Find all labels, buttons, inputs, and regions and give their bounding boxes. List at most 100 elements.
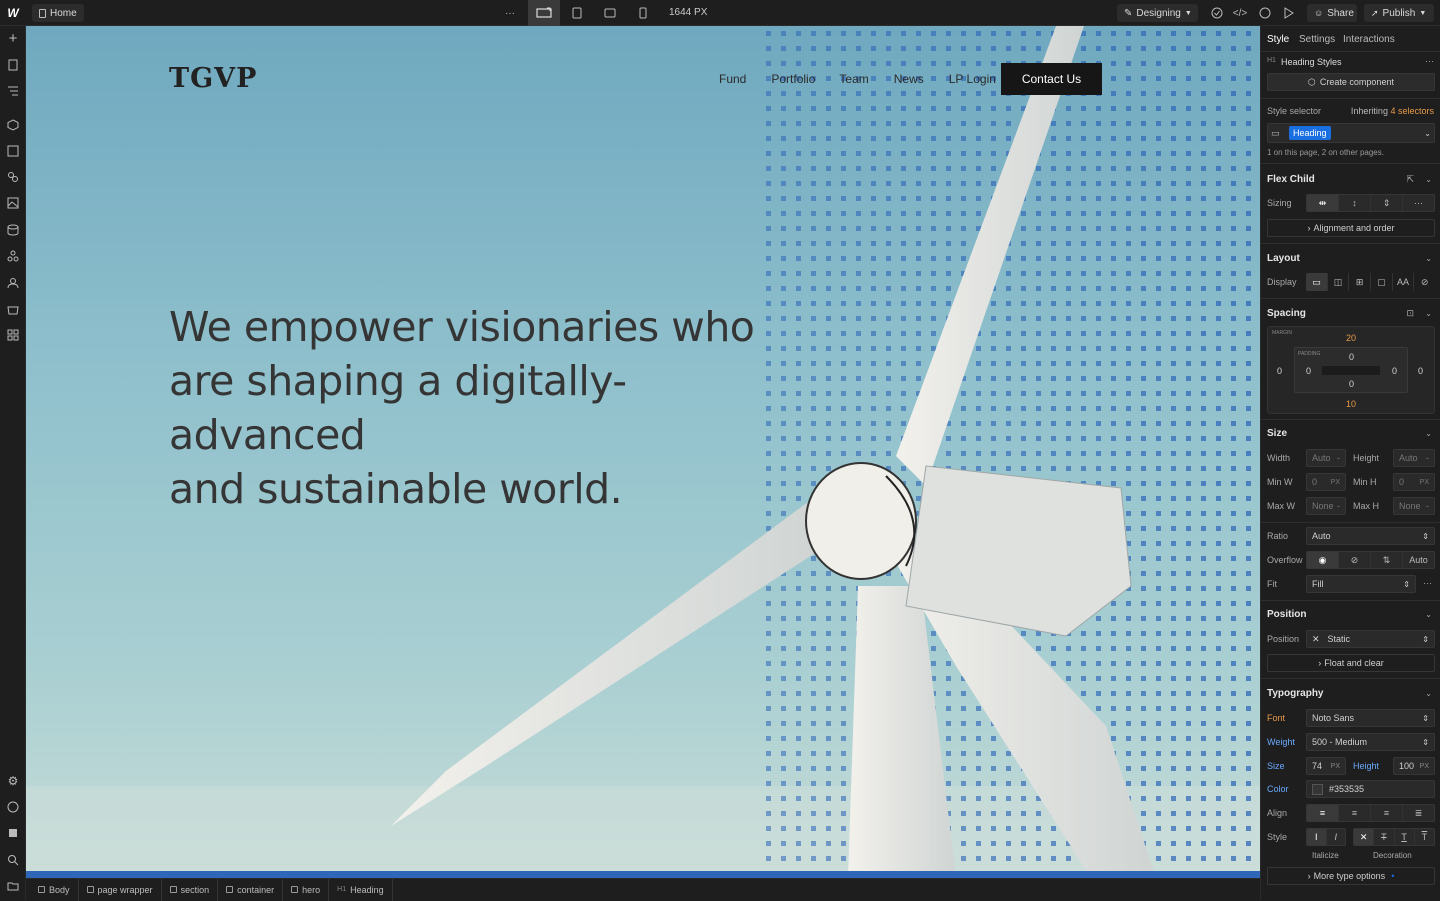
none-icon[interactable]: ⇕ xyxy=(1371,195,1403,211)
nav-link-team[interactable]: Team xyxy=(839,72,868,86)
decoration-none-icon[interactable]: ✕ xyxy=(1354,829,1375,845)
position-title[interactable]: Position xyxy=(1267,609,1306,620)
line-height-input[interactable]: 100 PX xyxy=(1393,757,1435,775)
italic-style-icon[interactable]: I xyxy=(1327,829,1346,845)
element-more-icon[interactable]: ··· xyxy=(1425,56,1434,66)
weight-select[interactable]: 500 - Medium ⇕ xyxy=(1306,733,1435,751)
nav-link-lp-login[interactable]: LP Login xyxy=(949,72,996,86)
sizing-control[interactable]: ⇹ ↕ ⇕ ··· xyxy=(1306,194,1435,212)
hero-heading[interactable]: We empower visionaries who are shaping a… xyxy=(169,300,809,516)
selector-field[interactable]: ▭ Heading ⌄ xyxy=(1267,123,1435,143)
padding-left-value[interactable]: 0 xyxy=(1306,366,1311,376)
float-clear-button[interactable]: › Float and clear xyxy=(1267,654,1435,672)
height-input[interactable]: Auto - xyxy=(1393,449,1435,467)
tablet-breakpoint-icon[interactable] xyxy=(568,5,586,21)
flex-child-title[interactable]: Flex Child xyxy=(1267,174,1315,185)
breadcrumb-item-body[interactable]: Body xyxy=(30,878,79,901)
grow-icon[interactable]: ↕ xyxy=(1339,195,1371,211)
display-grid-icon[interactable]: ⊞ xyxy=(1349,273,1372,291)
breadcrumb-item-heading[interactable]: H1 Heading xyxy=(329,878,393,901)
code-icon[interactable]: </> xyxy=(1232,5,1248,21)
size-title[interactable]: Size xyxy=(1267,428,1287,439)
min-width-input[interactable]: 0 PX xyxy=(1306,473,1346,491)
chevron-down-icon[interactable]: ⌄ xyxy=(1425,175,1432,184)
align-left-icon[interactable]: ≡ xyxy=(1307,805,1339,821)
style-selectors-icon[interactable] xyxy=(5,169,21,185)
fit-more-icon[interactable]: ··· xyxy=(1423,578,1432,588)
margin-right-value[interactable]: 0 xyxy=(1418,366,1423,376)
site-logo[interactable]: TGVP xyxy=(169,63,257,94)
underline-icon[interactable]: T xyxy=(1395,829,1415,845)
spacing-preset-icon[interactable]: ⊡ xyxy=(1406,308,1414,319)
margin-bottom-value[interactable]: 10 xyxy=(1346,399,1356,409)
max-height-input[interactable]: None - xyxy=(1393,497,1435,515)
overflow-auto-option[interactable]: Auto xyxy=(1403,552,1434,568)
users-icon[interactable] xyxy=(5,275,21,291)
chevron-down-icon[interactable]: ⌄ xyxy=(1425,689,1432,698)
align-right-icon[interactable]: ≡ xyxy=(1371,805,1403,821)
breadcrumb-item-hero[interactable]: hero xyxy=(283,878,330,901)
fit-select[interactable]: Fill ⇕ xyxy=(1306,575,1416,593)
landscape-phone-breakpoint-icon[interactable] xyxy=(601,5,619,21)
comments-icon[interactable] xyxy=(1257,5,1273,21)
display-none-icon[interactable]: ⊘ xyxy=(1414,273,1435,291)
logic-icon[interactable] xyxy=(5,248,21,264)
font-select[interactable]: Noto Sans ⇕ xyxy=(1306,709,1435,727)
shrink-icon[interactable]: ⇹ xyxy=(1307,195,1339,211)
search-icon[interactable] xyxy=(5,852,21,868)
italic-control[interactable]: I I xyxy=(1306,828,1346,846)
breadcrumb-item-section[interactable]: section xyxy=(162,878,219,901)
variables-icon[interactable] xyxy=(5,143,21,159)
overflow-visible-eye-icon[interactable]: ◉ xyxy=(1307,552,1339,568)
padding-right-value[interactable]: 0 xyxy=(1392,366,1397,376)
apps-icon[interactable] xyxy=(5,327,21,343)
create-component-button[interactable]: ⬡ Create component xyxy=(1267,73,1435,91)
add-elements-icon[interactable]: + xyxy=(5,30,21,47)
min-height-input[interactable]: 0 PX xyxy=(1393,473,1435,491)
audit-check-icon[interactable] xyxy=(1209,5,1225,21)
display-control[interactable]: ▭ ◫ ⊞ ▢ AA ⊘ xyxy=(1306,273,1435,291)
cms-icon[interactable] xyxy=(5,222,21,238)
display-block-icon[interactable]: ▭ xyxy=(1306,273,1328,291)
chevron-down-icon[interactable]: ⌄ xyxy=(1425,429,1432,438)
typography-title[interactable]: Typography xyxy=(1267,688,1323,699)
tab-interactions[interactable]: Interactions xyxy=(1343,26,1395,52)
webflow-logo-icon[interactable]: W xyxy=(5,5,21,21)
design-canvas[interactable]: TGVP Fund Portfolio Team News LP Login C… xyxy=(26,26,1260,878)
chevron-down-icon[interactable]: ⌄ xyxy=(1425,309,1432,318)
padding-bottom-value[interactable]: 0 xyxy=(1349,379,1354,389)
chevron-down-icon[interactable]: ⌄ xyxy=(1425,610,1432,619)
width-input[interactable]: Auto - xyxy=(1306,449,1346,467)
alignment-order-button[interactable]: › Alignment and order xyxy=(1267,219,1435,237)
tab-style[interactable]: Style xyxy=(1267,26,1289,52)
ecommerce-icon[interactable] xyxy=(5,301,21,317)
margin-top-value[interactable]: 20 xyxy=(1346,333,1356,343)
regular-style-icon[interactable]: I xyxy=(1307,829,1327,845)
chevron-down-icon[interactable]: ⌄ xyxy=(1425,254,1432,263)
help-icon[interactable] xyxy=(5,799,21,815)
overline-icon[interactable]: T xyxy=(1415,829,1434,845)
display-flex-icon[interactable]: ◫ xyxy=(1328,273,1350,291)
margin-left-value[interactable]: 0 xyxy=(1277,366,1282,376)
flex-child-reset-icon[interactable]: ⇱ xyxy=(1406,174,1414,185)
breadcrumb-item-page-wrapper[interactable]: page wrapper xyxy=(79,878,162,901)
page-switcher-button[interactable]: Home xyxy=(32,4,84,22)
breadcrumb-item-container[interactable]: container xyxy=(218,878,284,901)
mode-dropdown[interactable]: ✎ Designing ▼ xyxy=(1117,4,1198,22)
align-center-icon[interactable]: ≡ xyxy=(1339,805,1371,821)
align-justify-icon[interactable]: ≣ xyxy=(1403,805,1434,821)
publish-button[interactable]: ➚ Publish ▼ xyxy=(1364,4,1434,22)
phone-breakpoint-icon[interactable] xyxy=(634,5,652,21)
navigator-icon[interactable] xyxy=(5,83,21,99)
spacing-title[interactable]: Spacing xyxy=(1267,308,1306,319)
selector-chip[interactable]: Heading xyxy=(1289,126,1331,140)
max-width-input[interactable]: None - xyxy=(1306,497,1346,515)
overflow-control[interactable]: ◉ ⊘ ⇅ Auto xyxy=(1306,551,1435,569)
display-inline-block-icon[interactable]: ▢ xyxy=(1371,273,1393,291)
overflow-scroll-icon[interactable]: ⇅ xyxy=(1371,552,1403,568)
font-size-input[interactable]: 74 PX xyxy=(1306,757,1346,775)
more-icon[interactable]: ··· xyxy=(1403,195,1434,211)
overflow-hidden-icon[interactable]: ⊘ xyxy=(1339,552,1371,568)
nav-link-fund[interactable]: Fund xyxy=(719,72,746,86)
more-type-options-button[interactable]: › More type options • xyxy=(1267,867,1435,885)
